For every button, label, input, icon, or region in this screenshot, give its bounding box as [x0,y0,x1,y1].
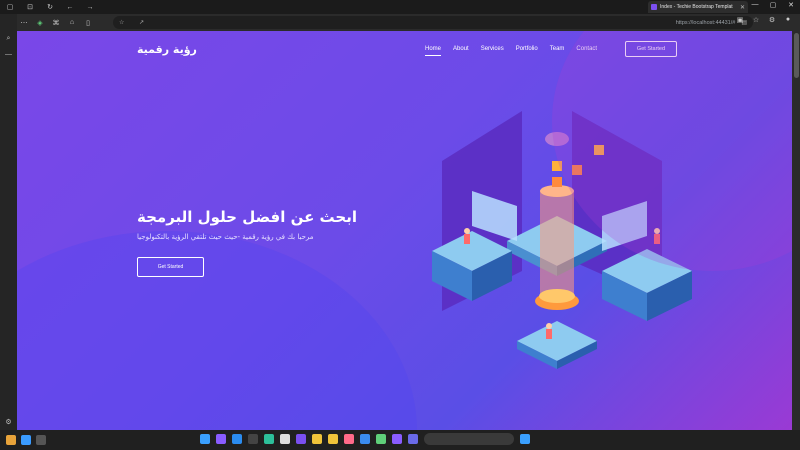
teams-icon[interactable] [408,434,418,444]
search-icon[interactable] [36,435,46,445]
split-screen-icon[interactable]: ▣ [734,16,746,24]
title-bar: ▢ ⊡ ↻ ← → Index - Techie Bootstrap Templ… [0,0,800,14]
hero-title: ابحث عن افضل حلول البرمجة [137,208,358,226]
chrome-icon[interactable] [312,434,322,444]
nav-home[interactable]: Home [425,46,442,56]
get-started-nav-button[interactable]: Get Started [625,41,677,57]
maximize-icon[interactable]: ▢ [768,1,778,9]
scrollbar-track[interactable] [792,31,800,430]
tab-close-icon[interactable]: ✕ [740,4,745,11]
edge-icon[interactable] [264,434,274,444]
app-icon[interactable] [376,434,386,444]
tab-title: Index - Techie Bootstrap Templat [660,4,733,10]
search-icon[interactable]: ⌕ [0,35,17,43]
forward-icon[interactable]: → [80,4,100,11]
widgets-icon[interactable] [6,435,16,445]
minimize-icon[interactable]: — [750,1,760,9]
file-explorer-icon[interactable] [328,434,338,444]
visual-studio-icon[interactable] [216,434,226,444]
photos-icon[interactable] [344,434,354,444]
tab-favicon-icon [651,4,657,10]
close-icon[interactable]: ✕ [786,1,796,9]
nav-about[interactable]: About [453,46,469,52]
hero-subtitle: مرحبا بك في رؤية رقمية -حيث حيث تلتقي ال… [137,233,314,241]
settings-icon[interactable]: ⚙ [766,16,778,24]
site-brand[interactable]: رؤية رقمية [137,43,197,56]
more-icon[interactable]: ⋯ [16,19,32,27]
site-nav: Home About Services Portfolio Team Conta… [425,46,597,56]
favorites-icon[interactable]: ☆ [750,16,762,24]
terminal-icon[interactable] [248,434,258,444]
calendar-icon[interactable] [200,434,210,444]
share-icon[interactable]: ↗ [139,19,159,26]
nav-portfolio[interactable]: Portfolio [516,46,538,52]
nav-services[interactable]: Services [481,46,504,52]
tab-active[interactable]: Index - Techie Bootstrap Templat ✕ [648,1,748,13]
back-icon[interactable]: ← [60,4,80,11]
sidebar-toggle-icon[interactable]: ▯ [80,19,96,27]
taskbar-search[interactable] [424,433,514,445]
star-icon[interactable]: ☆ [119,19,139,26]
profile-avatar[interactable]: ● [782,16,794,24]
hero-get-started-button[interactable]: Get Started [137,257,204,277]
copilot-icon[interactable]: ⌘ [48,19,64,27]
nav-team[interactable]: Team [550,46,565,52]
store-icon[interactable] [360,434,370,444]
workspaces-icon[interactable]: ⊡ [20,3,40,11]
extension-icon[interactable]: ◈ [32,19,48,27]
start-icon[interactable] [21,435,31,445]
taskbar-apps [200,433,530,445]
scrollbar-thumb[interactable] [794,33,799,78]
task-view-icon[interactable] [520,434,530,444]
web-page: رؤية رقمية Home About Services Portfolio… [17,31,792,430]
window-menu-icon[interactable]: ▢ [0,3,20,11]
github-icon[interactable] [280,434,290,444]
firefox-icon[interactable] [296,434,306,444]
settings-icon[interactable]: ⚙ [0,418,17,426]
vscode-icon[interactable] [232,434,242,444]
visual-studio-2-icon[interactable] [392,434,402,444]
url-text[interactable]: https://localhost:44431/# [676,20,736,26]
history-icon[interactable]: ↻ [40,3,60,11]
browser-sidebar: ⌕ — ⚙ [0,14,17,430]
collections-icon[interactable]: ⌂ [64,19,80,26]
divider-icon: — [5,51,12,58]
hero-illustration [432,111,692,369]
nav-contact[interactable]: Contact [576,46,597,52]
address-bar[interactable]: ☆ ↗ https://localhost:44431/# ▤ [113,16,753,29]
